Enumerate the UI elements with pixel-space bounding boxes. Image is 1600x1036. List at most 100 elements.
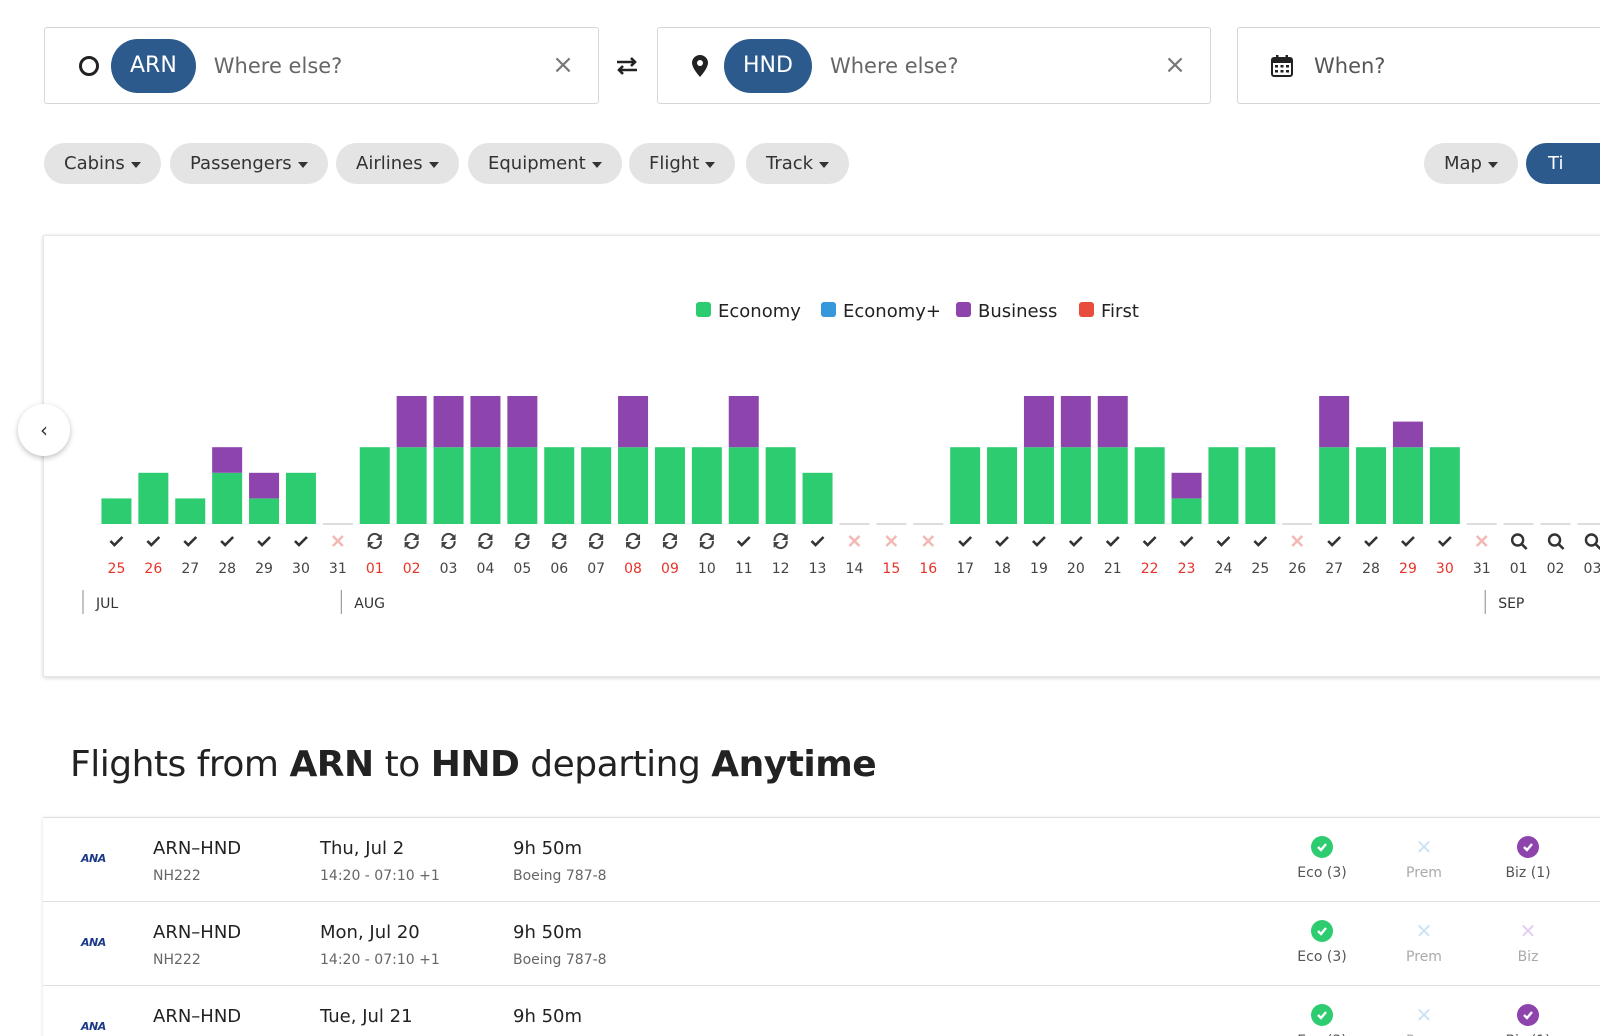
bar-segment bbox=[1319, 396, 1350, 448]
chart-prev-button[interactable]: ‹ bbox=[18, 404, 70, 456]
filter-track-button[interactable]: Track bbox=[746, 143, 850, 184]
filter-airlines-button[interactable]: Airlines bbox=[336, 143, 459, 184]
legend-label: First bbox=[1101, 301, 1139, 322]
economy-availability[interactable]: Eco (3) bbox=[1282, 920, 1362, 965]
bar-segment bbox=[249, 472, 280, 499]
legend-label: Business bbox=[978, 301, 1057, 322]
airline-logo: ANA bbox=[81, 936, 106, 949]
check-icon bbox=[995, 536, 1009, 547]
flight-number: NH222 bbox=[153, 952, 201, 968]
flight-number: NH222 bbox=[153, 868, 201, 884]
day-label: 06 bbox=[550, 561, 568, 577]
bar-segment bbox=[1245, 447, 1276, 524]
map-view-button[interactable]: Map bbox=[1424, 143, 1518, 184]
cabin-label: Eco (3) bbox=[1297, 865, 1347, 881]
bar-segment bbox=[618, 447, 649, 524]
day-label: 30 bbox=[292, 561, 310, 577]
business-availability[interactable]: ✕ Biz bbox=[1488, 920, 1568, 965]
flight-row[interactable]: ANAARN–HNDNH222Tue, Jul 2114:20 - 07:10 … bbox=[43, 986, 1600, 1036]
day-label: 22 bbox=[1141, 561, 1159, 577]
heading-origin: ARN bbox=[289, 744, 374, 785]
caret-down-icon bbox=[428, 161, 439, 168]
map-pin-icon bbox=[692, 54, 710, 78]
premium-availability[interactable]: ✕Prem bbox=[1384, 920, 1464, 965]
cabin-label: Biz (1) bbox=[1505, 865, 1551, 881]
flight-row[interactable]: ANA ARN–HND NH222 Thu, Jul 2 14:20 - 07:10 +… bbox=[43, 818, 1600, 902]
bar-segment bbox=[285, 472, 316, 524]
flight-route: ARN–HND bbox=[153, 922, 242, 943]
day-label: 28 bbox=[1362, 561, 1380, 577]
origin-search-box[interactable]: ARN × bbox=[44, 27, 599, 104]
flight-route: ARN–HND bbox=[153, 838, 242, 859]
availability-chart-card: Economy Economy+ Business First 25 26 27 28 29 30… bbox=[43, 235, 1600, 677]
bar-segment bbox=[1023, 396, 1054, 448]
day-label: 03 bbox=[1584, 561, 1600, 577]
day-label: 01 bbox=[1510, 561, 1528, 577]
day-label: 18 bbox=[993, 561, 1011, 577]
x-icon: ✕ bbox=[1519, 919, 1537, 943]
flight-row[interactable]: ANA ARN–HND NH222 Mon, Jul 20 14:20 - 07:10 … bbox=[43, 902, 1600, 986]
calendar-icon bbox=[1271, 54, 1293, 77]
economy-availability[interactable]: Eco (3) bbox=[1282, 1004, 1362, 1036]
check-icon bbox=[1216, 536, 1231, 547]
bar-segment bbox=[1134, 447, 1165, 524]
day-label: 21 bbox=[1104, 561, 1122, 577]
check-icon bbox=[1401, 536, 1415, 547]
flight-date: Thu, Jul 2 bbox=[320, 838, 405, 859]
bar-segment bbox=[544, 447, 575, 524]
bar-segment bbox=[728, 447, 759, 524]
x-icon: ✕ bbox=[1415, 1003, 1433, 1027]
date-search-box[interactable]: When? bbox=[1237, 27, 1600, 104]
search-icon-handle bbox=[1520, 543, 1528, 550]
bar-segment bbox=[138, 472, 169, 524]
bar-segment bbox=[1097, 396, 1128, 448]
bar-segment bbox=[1171, 498, 1202, 524]
destination-where-else-input[interactable] bbox=[829, 53, 1130, 78]
filter-label: Passengers bbox=[190, 153, 292, 174]
search-icon bbox=[1510, 533, 1525, 547]
filter-passengers-button[interactable]: Passengers bbox=[170, 143, 328, 184]
day-label: 11 bbox=[735, 561, 753, 577]
filter-equipment-button[interactable]: Equipment bbox=[468, 143, 622, 184]
bar-segment bbox=[1171, 472, 1202, 499]
premium-availability[interactable]: ✕Prem bbox=[1384, 836, 1464, 881]
filter-label: Equipment bbox=[488, 153, 586, 174]
bar-segment bbox=[802, 472, 833, 524]
flight-equipment: Boeing 787-8 bbox=[513, 868, 607, 884]
bar-segment bbox=[950, 447, 981, 524]
filter-cabins-button[interactable]: Cabins bbox=[44, 143, 161, 184]
filter-flight-button[interactable]: Flight bbox=[629, 143, 736, 184]
origin-where-else-input[interactable] bbox=[213, 53, 514, 78]
business-availability[interactable]: Biz (1) bbox=[1488, 836, 1568, 881]
flight-duration: 9h 50m bbox=[513, 1006, 583, 1027]
legend-swatch bbox=[696, 302, 711, 317]
results-heading: Flights from ARN to HND departing Anytim… bbox=[70, 744, 877, 785]
search-icon-handle bbox=[1557, 543, 1565, 550]
bar-segment bbox=[507, 396, 538, 448]
check-circle-icon bbox=[1311, 1004, 1333, 1026]
swap-icon[interactable] bbox=[613, 52, 641, 80]
day-label: 30 bbox=[1436, 561, 1454, 577]
check-icon bbox=[1068, 536, 1083, 547]
refresh-icon bbox=[478, 532, 493, 550]
check-icon bbox=[958, 536, 973, 547]
day-label: 29 bbox=[1399, 561, 1417, 577]
refresh-icon bbox=[662, 532, 677, 550]
destination-code-chip[interactable]: HND bbox=[724, 38, 812, 93]
origin-code-chip[interactable]: ARN bbox=[111, 38, 196, 93]
airline-logo: ANA bbox=[81, 1020, 106, 1033]
clear-destination-icon[interactable]: × bbox=[1164, 52, 1186, 78]
premium-availability[interactable]: ✕Prem bbox=[1384, 1004, 1464, 1036]
cabin-label: Biz bbox=[1517, 949, 1539, 965]
day-label: 14 bbox=[846, 561, 864, 577]
economy-availability[interactable]: Eco (3) bbox=[1282, 836, 1362, 881]
bar-segment bbox=[691, 447, 722, 524]
refresh-icon bbox=[699, 532, 714, 550]
destination-search-box[interactable]: HND × bbox=[657, 27, 1211, 104]
business-availability[interactable]: Biz (1) bbox=[1488, 1004, 1568, 1036]
bar-segment bbox=[1319, 447, 1350, 524]
day-label: 07 bbox=[587, 561, 605, 577]
clear-origin-icon[interactable]: × bbox=[552, 52, 574, 78]
bar-segment bbox=[728, 396, 759, 448]
timeline-view-button[interactable]: Ti bbox=[1526, 143, 1600, 184]
